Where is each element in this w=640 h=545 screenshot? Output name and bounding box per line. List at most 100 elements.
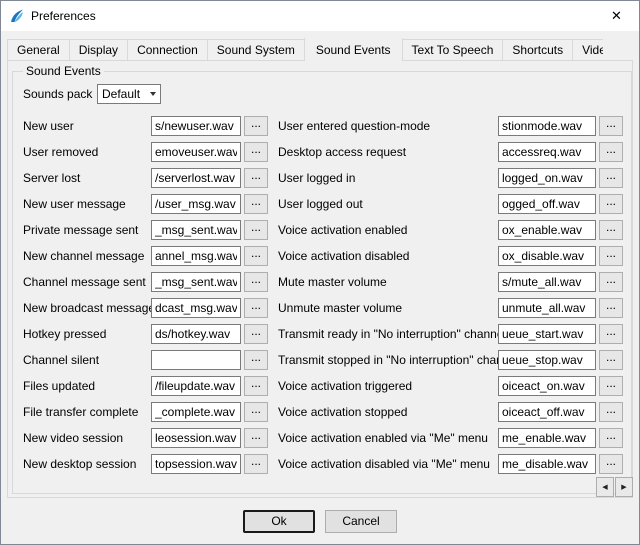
browse-button[interactable]: ... xyxy=(244,298,268,318)
browse-button[interactable]: ... xyxy=(599,376,623,396)
tab-shortcuts[interactable]: Shortcuts xyxy=(502,39,573,61)
sound-event-row: Transmit ready in "No interruption" chan… xyxy=(278,324,623,344)
browse-button[interactable]: ... xyxy=(244,220,268,240)
sound-event-label: Files updated xyxy=(23,379,151,393)
browse-button[interactable]: ... xyxy=(599,116,623,136)
sound-event-row: New channel message... xyxy=(23,246,268,266)
sound-event-label: Voice activation disabled xyxy=(278,249,498,263)
tab-scroll-left-button[interactable]: ◀ xyxy=(596,477,614,497)
sound-event-label: Transmit stopped in "No interruption" ch… xyxy=(278,353,498,367)
sound-event-row: New desktop session... xyxy=(23,454,268,474)
sound-event-row: New user message... xyxy=(23,194,268,214)
sound-event-row: User removed... xyxy=(23,142,268,162)
sound-event-file-input[interactable] xyxy=(498,428,596,448)
sound-event-row: Channel silent... xyxy=(23,350,268,370)
browse-button[interactable]: ... xyxy=(599,428,623,448)
sound-event-label: Voice activation stopped xyxy=(278,405,498,419)
sound-event-file-input[interactable] xyxy=(151,246,241,266)
tab-scroll-right-button[interactable]: ▶ xyxy=(615,477,633,497)
sound-event-file-input[interactable] xyxy=(151,168,241,188)
close-button[interactable]: ✕ xyxy=(594,1,639,31)
browse-button[interactable]: ... xyxy=(599,454,623,474)
browse-button[interactable]: ... xyxy=(244,454,268,474)
sound-event-file-input[interactable] xyxy=(498,272,596,292)
browse-button[interactable]: ... xyxy=(244,142,268,162)
sound-event-file-input[interactable] xyxy=(498,350,596,370)
sound-event-file-input[interactable] xyxy=(498,324,596,344)
sound-events-tab-pane: Sound Events Sounds pack Default New use… xyxy=(7,60,633,498)
cancel-button[interactable]: Cancel xyxy=(325,510,397,533)
sound-event-file-input[interactable] xyxy=(151,116,241,136)
sound-event-file-input[interactable] xyxy=(498,246,596,266)
sound-event-file-input[interactable] xyxy=(498,220,596,240)
sound-event-label: Unmute master volume xyxy=(278,301,498,315)
sound-event-label: Server lost xyxy=(23,171,151,185)
browse-button[interactable]: ... xyxy=(599,142,623,162)
sound-event-label: Hotkey pressed xyxy=(23,327,151,341)
sound-event-file-input[interactable] xyxy=(151,194,241,214)
browse-button[interactable]: ... xyxy=(244,402,268,422)
sound-event-file-input[interactable] xyxy=(498,116,596,136)
browse-button[interactable]: ... xyxy=(244,350,268,370)
sound-event-file-input[interactable] xyxy=(498,376,596,396)
sound-event-label: New video session xyxy=(23,431,151,445)
sound-event-file-input[interactable] xyxy=(498,298,596,318)
sound-event-file-input[interactable] xyxy=(151,376,241,396)
sound-event-label: New channel message xyxy=(23,249,151,263)
sound-event-row: Voice activation disabled via "Me" menu.… xyxy=(278,454,623,474)
browse-button[interactable]: ... xyxy=(244,428,268,448)
sound-event-file-input[interactable] xyxy=(151,272,241,292)
sound-event-columns: New user...User removed...Server lost...… xyxy=(23,116,623,480)
sound-event-label: Voice activation enabled via "Me" menu xyxy=(278,431,498,445)
sound-event-row: Desktop access request... xyxy=(278,142,623,162)
tab-connection[interactable]: Connection xyxy=(127,39,208,61)
browse-button[interactable]: ... xyxy=(244,324,268,344)
browse-button[interactable]: ... xyxy=(599,298,623,318)
browse-button[interactable]: ... xyxy=(244,116,268,136)
browse-button[interactable]: ... xyxy=(244,376,268,396)
sound-event-row: New video session... xyxy=(23,428,268,448)
sound-event-file-input[interactable] xyxy=(498,142,596,162)
sound-event-file-input[interactable] xyxy=(498,454,596,474)
browse-button[interactable]: ... xyxy=(599,168,623,188)
ok-button[interactable]: Ok xyxy=(243,510,315,533)
browse-button[interactable]: ... xyxy=(599,272,623,292)
tab-general[interactable]: General xyxy=(7,39,70,61)
tab-sound-events[interactable]: Sound Events xyxy=(304,38,403,61)
sound-event-row: Unmute master volume... xyxy=(278,298,623,318)
sound-event-file-input[interactable] xyxy=(151,454,241,474)
sound-event-file-input[interactable] xyxy=(151,402,241,422)
browse-button[interactable]: ... xyxy=(244,168,268,188)
browse-button[interactable]: ... xyxy=(599,324,623,344)
sound-event-file-input[interactable] xyxy=(498,168,596,188)
sound-event-file-input[interactable] xyxy=(151,428,241,448)
sound-event-file-input[interactable] xyxy=(498,194,596,214)
right-column: User entered question-mode...Desktop acc… xyxy=(278,116,623,480)
sound-event-file-input[interactable] xyxy=(151,324,241,344)
browse-button[interactable]: ... xyxy=(244,246,268,266)
sound-event-row: Channel message sent... xyxy=(23,272,268,292)
tab-video[interactable]: Video xyxy=(572,39,603,61)
title-bar: Preferences ✕ xyxy=(1,1,639,31)
browse-button[interactable]: ... xyxy=(599,402,623,422)
sound-event-file-input[interactable] xyxy=(151,350,241,370)
tab-display[interactable]: Display xyxy=(69,39,128,61)
browse-button[interactable]: ... xyxy=(599,246,623,266)
sound-event-label: User logged in xyxy=(278,171,498,185)
browse-button[interactable]: ... xyxy=(599,194,623,214)
browse-button[interactable]: ... xyxy=(244,194,268,214)
sound-event-file-input[interactable] xyxy=(498,402,596,422)
sound-event-file-input[interactable] xyxy=(151,298,241,318)
tab-scrollers: ◀ ▶ xyxy=(595,477,633,497)
browse-button[interactable]: ... xyxy=(244,272,268,292)
tab-text-to-speech[interactable]: Text To Speech xyxy=(402,39,504,61)
sound-event-row: Files updated... xyxy=(23,376,268,396)
sound-event-file-input[interactable] xyxy=(151,220,241,240)
sound-event-label: New user message xyxy=(23,197,151,211)
tab-sound-system[interactable]: Sound System xyxy=(207,39,305,61)
browse-button[interactable]: ... xyxy=(599,220,623,240)
app-logo-icon xyxy=(9,8,25,24)
sound-event-file-input[interactable] xyxy=(151,142,241,162)
browse-button[interactable]: ... xyxy=(599,350,623,370)
sounds-pack-select[interactable]: Default xyxy=(97,84,161,104)
